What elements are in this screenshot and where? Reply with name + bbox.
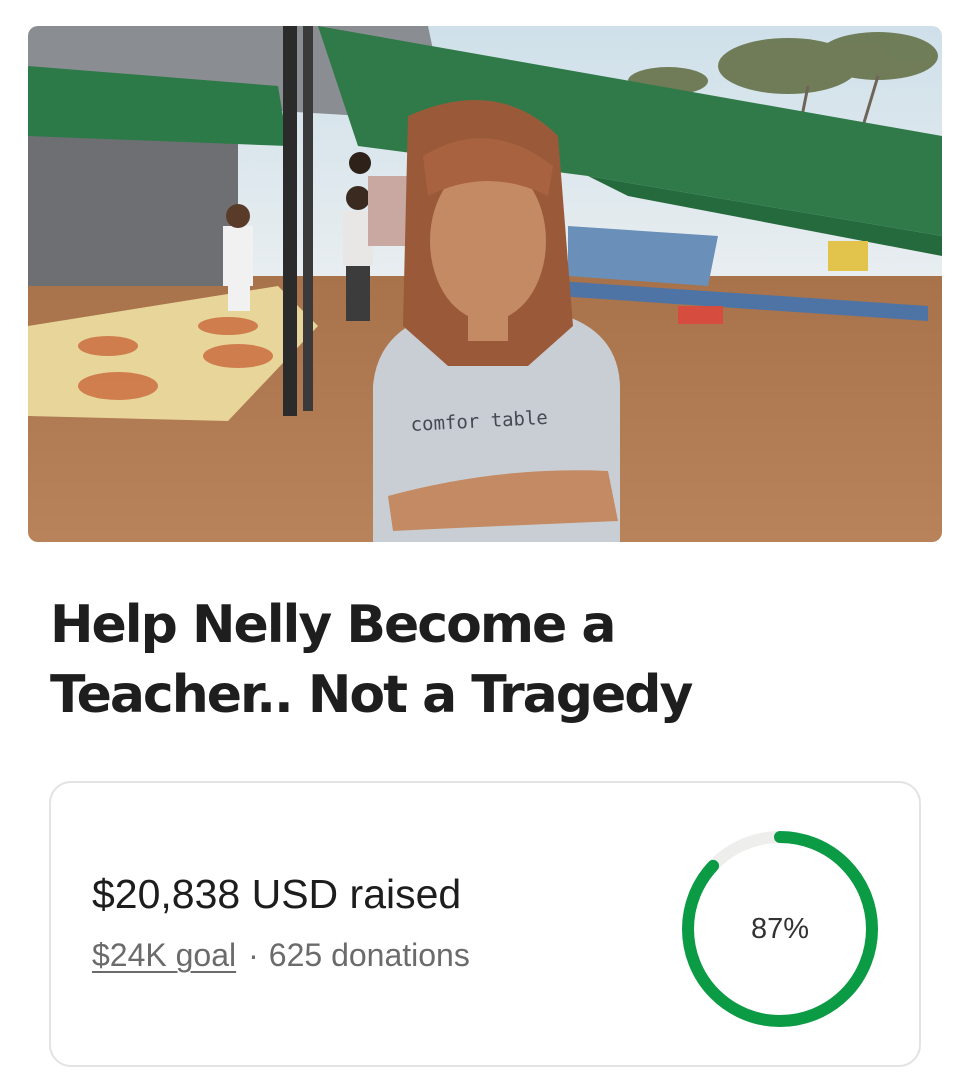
hero-photo: comfor table (28, 26, 942, 542)
campaign-title: Help Nelly Become a Teacher.. Not a Trag… (50, 590, 910, 730)
progress-percent: 87% (750, 913, 810, 945)
separator-dot: · (248, 937, 259, 973)
donation-count: 625 donations (268, 937, 470, 973)
amount-raised: $20,838 USD raised (92, 871, 462, 917)
progress-ring: 87% (678, 827, 882, 1031)
campaign-title-line-1: Help Nelly Become a (50, 595, 616, 655)
campaign-title-line-2: Teacher.. Not a Tragedy (50, 665, 693, 725)
campaign-hero-image[interactable]: comfor table (28, 26, 942, 542)
goal-link[interactable]: $24K goal (92, 937, 236, 973)
goal-and-donations: $24K goal · 625 donations (92, 935, 470, 975)
donation-progress-card[interactable]: $20,838 USD raised $24K goal · 625 donatio… (49, 781, 921, 1067)
